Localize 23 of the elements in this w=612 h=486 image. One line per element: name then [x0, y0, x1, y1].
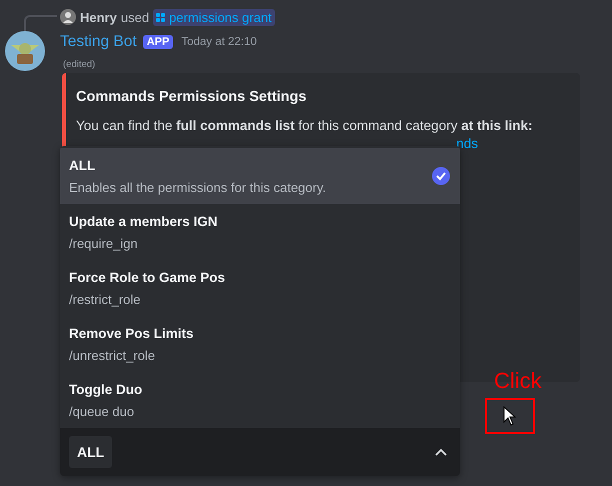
- reply-verb: used: [120, 10, 150, 24]
- embed-description: You can find the full commands list for this command category at this link:: [76, 118, 534, 133]
- dropdown-option[interactable]: ALL Enables all the permissions for this category.: [60, 148, 460, 204]
- annotation-label: Click: [494, 368, 542, 394]
- embed-title: Commands Permissions Settings: [76, 89, 308, 105]
- select-field[interactable]: ALL: [60, 428, 460, 476]
- cursor-icon: [502, 406, 517, 426]
- dropdown-option[interactable]: Toggle Duo /queue duo: [60, 372, 460, 428]
- bot-avatar-icon[interactable]: [5, 31, 45, 71]
- edited-label: (edited): [63, 59, 96, 70]
- author-name[interactable]: Testing Bot: [60, 33, 137, 51]
- command-link[interactable]: permissions grant: [153, 8, 275, 26]
- grid-icon: [156, 12, 166, 22]
- embed-link[interactable]: nds: [456, 136, 478, 151]
- checkmark-icon: [432, 167, 450, 185]
- dropdown-option[interactable]: Force Role to Game Pos /restrict_role: [60, 260, 460, 316]
- dropdown-option[interactable]: Update a members IGN /require_ign: [60, 204, 460, 260]
- reply-username[interactable]: Henry: [80, 10, 117, 24]
- dropdown-option[interactable]: Remove Pos Limits /unrestrict_role: [60, 316, 460, 372]
- timestamp: Today at 22:10: [181, 36, 257, 48]
- selected-value-chip: ALL: [69, 436, 112, 468]
- app-badge: APP: [142, 35, 174, 49]
- user-avatar-icon: [60, 9, 76, 25]
